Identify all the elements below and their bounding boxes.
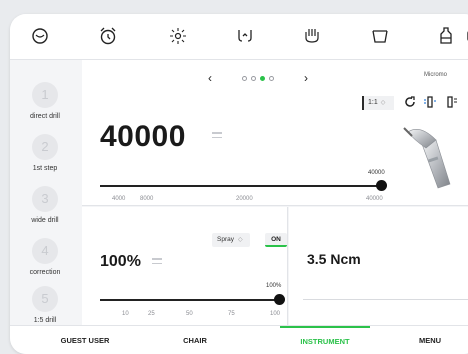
coolant-tick: 10: [122, 311, 129, 317]
speed-tick: 40000: [366, 196, 383, 202]
spray-select[interactable]: Spray ◇: [212, 233, 250, 247]
page-dot[interactable]: [242, 75, 247, 81]
step-label: correction: [29, 269, 61, 276]
speed-slider-track[interactable]: [100, 185, 382, 187]
handpiece-image: [403, 127, 451, 189]
select-caret-icon: ◇: [380, 100, 386, 106]
mode-label: Micromo: [424, 72, 448, 78]
coolant-slider-knob[interactable]: [274, 294, 285, 305]
step-number: 5: [32, 286, 58, 312]
step-number: 3: [32, 186, 58, 212]
page-dot[interactable]: [269, 75, 274, 81]
prev-page-button[interactable]: ‹: [208, 71, 212, 85]
coolant-panel: Spray ◇ ON 100% 100% 10 25 50 75 100: [82, 207, 288, 325]
tooth-scan-icon[interactable]: [26, 24, 54, 48]
program-steps: 1 direct drill 2 1st step 3 wide drill 4…: [10, 60, 80, 324]
torque-value: 3.5 Ncm: [307, 251, 361, 267]
torque-panel: 3.5 Ncm: [289, 207, 468, 325]
menu-lines-icon[interactable]: [152, 258, 162, 264]
step-label: 1st step: [32, 165, 58, 172]
gear-ratio-value: 1:1: [368, 99, 378, 106]
speed-slider-knob[interactable]: [376, 180, 387, 191]
coolant-tick: 75: [228, 311, 235, 317]
card-icon[interactable]: [462, 24, 468, 48]
step-1[interactable]: 1 direct drill: [10, 82, 80, 120]
coolant-tick: 25: [148, 311, 155, 317]
step-4[interactable]: 4 correction: [10, 238, 80, 276]
coolant-slider-value: 100%: [266, 283, 282, 289]
next-page-button[interactable]: ›: [304, 71, 308, 85]
alarm-clock-icon[interactable]: [94, 24, 122, 48]
step-label: wide drill: [31, 217, 59, 224]
rotation-direction-icon[interactable]: [402, 94, 418, 110]
nav-instrument[interactable]: INSTRUMENT: [280, 326, 370, 354]
cleaning-icon[interactable]: [298, 24, 326, 48]
spray-on-toggle[interactable]: ON: [265, 233, 287, 247]
step-2[interactable]: 2 1st step: [10, 134, 80, 172]
rinse-icon[interactable]: [432, 24, 460, 48]
torque-slider-track[interactable]: [303, 299, 468, 300]
page-dots: [242, 75, 274, 81]
speed-value: 40000: [100, 120, 186, 153]
step-label: 1:5 drill: [33, 317, 57, 324]
light-icon[interactable]: [164, 24, 192, 48]
bottom-navigation: GUEST USER CHAIR INSTRUMENT MENU: [10, 325, 468, 354]
cup-icon[interactable]: [231, 24, 259, 48]
dental-unit-screen: 1 direct drill 2 1st step 3 wide drill 4…: [10, 14, 468, 354]
spray-label: Spray: [217, 236, 234, 243]
spray-nozzle-icon[interactable]: [422, 94, 438, 110]
step-5[interactable]: 5 1:5 drill: [10, 286, 80, 324]
speed-slider-value: 40000: [368, 170, 385, 176]
light-handpiece-icon[interactable]: [442, 94, 458, 110]
menu-lines-icon[interactable]: [212, 132, 222, 138]
speed-panel: ‹ › Micromo 1:1 ◇ 40000 40000 4000 8000 2…: [82, 60, 468, 206]
gear-ratio-select[interactable]: 1:1 ◇: [362, 96, 394, 110]
step-3[interactable]: 3 wide drill: [10, 186, 80, 224]
speed-tick: 8000: [140, 196, 154, 202]
step-number: 2: [32, 134, 58, 160]
step-label: direct drill: [30, 113, 60, 120]
select-caret-icon: ◇: [237, 237, 243, 243]
nav-guest-user[interactable]: GUEST USER: [50, 326, 120, 354]
coolant-percent: 100%: [100, 253, 141, 270]
top-icon-bar: [10, 14, 468, 60]
nav-chair[interactable]: CHAIR: [160, 326, 230, 354]
page-indicator: ‹ ›: [208, 71, 308, 85]
step-number: 4: [32, 238, 58, 264]
step-number: 1: [32, 82, 58, 108]
speed-min-label: 4000: [112, 196, 126, 202]
coolant-slider-track[interactable]: [100, 299, 280, 301]
nav-menu[interactable]: MENU: [400, 326, 460, 354]
page-dot[interactable]: [251, 75, 256, 81]
coolant-tick: 100: [270, 311, 281, 317]
speed-tick: 20000: [236, 196, 253, 202]
page-dot-active[interactable]: [260, 75, 265, 81]
coolant-tick: 50: [186, 311, 193, 317]
tray-icon[interactable]: [366, 24, 394, 48]
